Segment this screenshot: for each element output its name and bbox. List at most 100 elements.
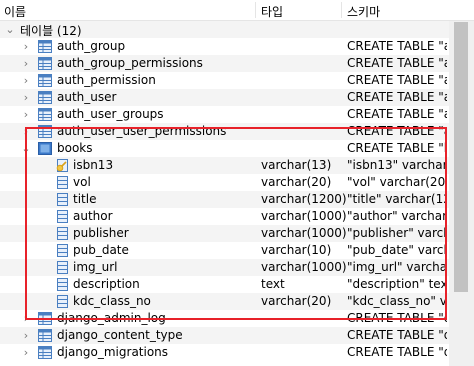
column-icon (55, 210, 69, 223)
column-name: kdc_class_no (73, 294, 151, 308)
chevron-down-icon[interactable]: ⌄ (20, 140, 32, 157)
table-icon (38, 40, 52, 53)
table-row[interactable]: › auth_user_groups CREATE TABLE "aut (0, 106, 474, 123)
chevron-right-icon[interactable]: › (20, 38, 32, 55)
column-icon (55, 227, 69, 240)
table-name: auth_user_user_permissions (57, 124, 227, 138)
column-type: varchar(13) (261, 158, 332, 172)
header-schema[interactable]: 스키마 (347, 3, 380, 20)
column-row[interactable]: img_url varchar(1000)"img_url" varchar(10 (0, 259, 474, 276)
column-row[interactable]: description text "description" text (0, 276, 474, 293)
table-icon (38, 91, 52, 104)
table-name: auth_user (57, 90, 117, 104)
table-row[interactable]: › django_content_type CREATE TABLE "dja (0, 327, 474, 344)
column-row[interactable]: isbn13 varchar(13) "isbn13" varchar(13) (0, 157, 474, 174)
table-icon (38, 346, 52, 359)
table-row[interactable]: › django_migrations CREATE TABLE "dja (0, 344, 474, 361)
table-name: books (57, 141, 93, 155)
column-row[interactable]: kdc_class_no varchar(20) "kdc_class_no" va… (0, 293, 474, 310)
root-label: 테이블 (12) (20, 24, 82, 38)
column-name: vol (73, 175, 91, 189)
column-type: varchar(20) (261, 175, 332, 189)
column-name: title (73, 192, 97, 206)
table-row[interactable]: › auth_group CREATE TABLE "aut (0, 38, 474, 55)
table-name: auth_group_permissions (57, 56, 203, 70)
schema-text: "author" varchar(1000) (347, 209, 447, 223)
schema-text: "kdc_class_no" varc (347, 294, 447, 308)
column-row[interactable]: publisher varchar(1000)"publisher" varcha… (0, 225, 474, 242)
schema-text: CREATE TABLE "aut (347, 56, 447, 70)
table-icon (38, 142, 52, 155)
table-row-books[interactable]: ⌄ books CREATE TABLE "boo (0, 140, 474, 157)
header-divider[interactable] (255, 2, 256, 18)
table-row[interactable]: › auth_permission CREATE TABLE "aut (0, 72, 474, 89)
column-type: varchar(20) (261, 294, 332, 308)
schema-text: CREATE TABLE "dja (347, 328, 447, 342)
column-name: isbn13 (73, 158, 114, 172)
table-icon (38, 125, 52, 138)
chevron-right-icon[interactable]: › (20, 327, 32, 344)
table-icon (38, 108, 52, 121)
chevron-right-icon[interactable]: › (20, 89, 32, 106)
table-icon (38, 312, 52, 325)
column-type: varchar(1000) (261, 226, 347, 240)
table-name: django_migrations (57, 345, 169, 359)
schema-text: CREATE TABLE "aut (347, 39, 447, 53)
column-icon (55, 244, 69, 257)
schema-text: "description" text (347, 277, 447, 291)
table-row[interactable]: › auth_user CREATE TABLE "aut (0, 89, 474, 106)
column-type: varchar(10) (261, 243, 332, 257)
table-name: django_content_type (57, 328, 183, 342)
schema-text: "title" varchar(1200) (347, 192, 447, 206)
column-header: 이름 타입 스키마 (0, 0, 474, 21)
column-icon (55, 278, 69, 291)
chevron-right-icon[interactable]: › (20, 344, 32, 361)
column-type: varchar(1000) (261, 260, 347, 274)
header-name[interactable]: 이름 (4, 3, 26, 20)
schema-text: "publisher" varchar( (347, 226, 447, 240)
column-row[interactable]: title varchar(1200)"title" varchar(1200) (0, 191, 474, 208)
table-row[interactable]: › auth_user_user_permissions CREATE TABLE … (0, 123, 474, 140)
column-icon (55, 176, 69, 189)
chevron-right-icon[interactable]: › (20, 72, 32, 89)
schema-text: CREATE TABLE "aut (347, 107, 447, 121)
column-icon (55, 295, 69, 308)
column-name: author (73, 209, 113, 223)
column-row[interactable]: author varchar(1000)"author" varchar(1000… (0, 208, 474, 225)
header-type[interactable]: 타입 (261, 3, 283, 20)
schema-text: CREATE TABLE "aut (347, 90, 447, 104)
column-type: varchar(1000) (261, 209, 347, 223)
table-row[interactable]: › django_admin_log CREATE TABLE "dja (0, 310, 474, 327)
chevron-down-icon[interactable]: ⌄ (4, 21, 16, 38)
table-name: django_admin_log (57, 311, 166, 325)
column-name: img_url (73, 260, 118, 274)
chevron-right-icon[interactable]: › (20, 123, 32, 140)
column-name: publisher (73, 226, 129, 240)
column-icon (55, 193, 69, 206)
tree-root[interactable]: ⌄ 테이블 (12) (0, 21, 474, 38)
column-row[interactable]: pub_date varchar(10) "pub_date" varchar(1 (0, 242, 474, 259)
column-row[interactable]: vol varchar(20) "vol" varchar(20) (0, 174, 474, 191)
schema-text: "pub_date" varchar(1 (347, 243, 447, 257)
chevron-right-icon[interactable]: › (20, 310, 32, 327)
column-icon (55, 261, 69, 274)
schema-text: CREATE TABLE "aut (347, 73, 447, 87)
schema-text: CREATE TABLE "boo (347, 141, 447, 155)
column-name: description (73, 277, 140, 291)
scrollbar-thumb[interactable] (454, 22, 468, 292)
chevron-right-icon[interactable]: › (20, 106, 32, 123)
table-icon (38, 329, 52, 342)
column-type: text (261, 277, 285, 291)
schema-text: CREATE TABLE "aut (347, 124, 447, 138)
table-icon (38, 74, 52, 87)
header-divider[interactable] (341, 2, 342, 18)
chevron-right-icon[interactable]: › (20, 55, 32, 72)
table-row[interactable]: › auth_group_permissions CREATE TABLE "aut (0, 55, 474, 72)
schema-text: "img_url" varchar(10 (347, 260, 447, 274)
table-name: auth_permission (57, 73, 156, 87)
column-type: varchar(1200) (261, 192, 347, 206)
schema-text: "vol" varchar(20) (347, 175, 447, 189)
schema-text: "isbn13" varchar(13) (347, 158, 447, 172)
column-name: pub_date (73, 243, 129, 257)
schema-text: CREATE TABLE "dja (347, 345, 447, 359)
